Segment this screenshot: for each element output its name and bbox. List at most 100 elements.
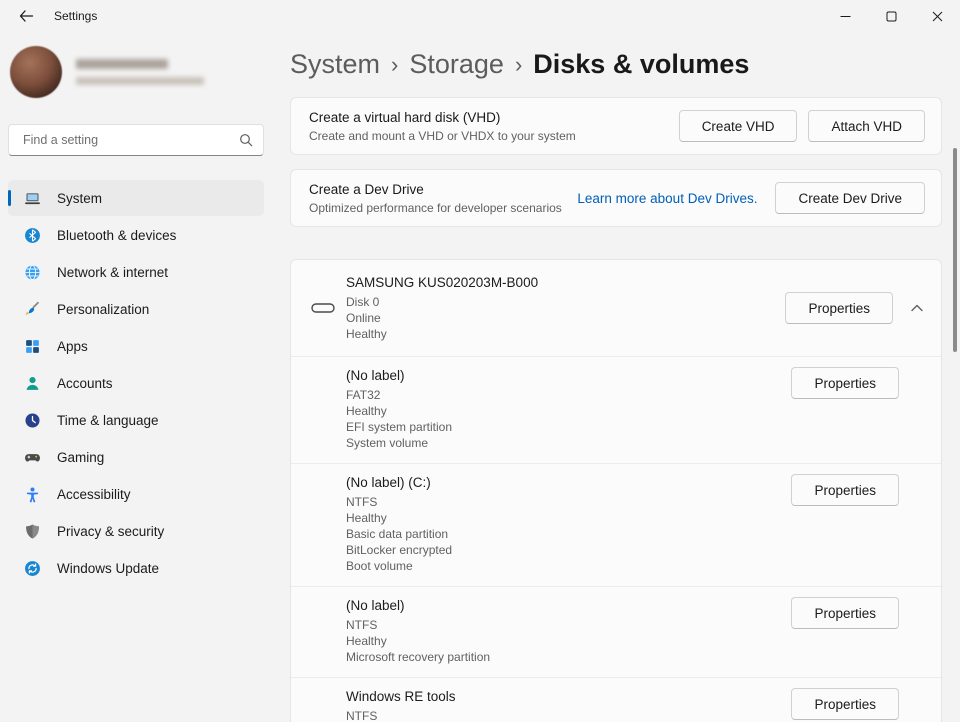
disk-row-samsung: SAMSUNG KUS020203M-B000 Disk 0OnlineHeal…: [291, 260, 941, 356]
volume-title: (No label) (C:): [346, 474, 791, 492]
volume-info: (No label) NTFSHealthyMicrosoft recovery…: [346, 597, 791, 665]
meta-line: System volume: [346, 435, 791, 451]
meta-line: EFI system partition: [346, 419, 791, 435]
sidebar-item-windows-update[interactable]: Windows Update: [8, 550, 264, 586]
bluetooth-icon: [24, 227, 41, 244]
titlebar: Settings: [0, 0, 960, 32]
properties-button[interactable]: Properties: [791, 474, 899, 506]
back-button[interactable]: [14, 4, 38, 28]
dev-drive-card-text: Create a Dev Drive Optimized performance…: [309, 182, 577, 215]
main-content: System › Storage › Disks & volumes Creat…: [290, 32, 960, 722]
sidebar-item-label: Apps: [57, 339, 88, 354]
breadcrumb-storage[interactable]: Storage: [409, 47, 504, 81]
breadcrumb-system[interactable]: System: [290, 47, 380, 81]
meta-line: Boot volume: [346, 558, 791, 574]
disk-title: SAMSUNG KUS020203M-B000: [346, 274, 785, 292]
properties-button[interactable]: Properties: [791, 597, 899, 629]
windows-update-icon: [24, 560, 41, 577]
vhd-card-title: Create a virtual hard disk (VHD): [309, 110, 679, 125]
volume-meta: NTFSHealthyBasic data partitionBitLocker…: [346, 494, 791, 574]
meta-line: NTFS: [346, 494, 791, 510]
sidebar-item-network-internet[interactable]: Network & internet: [8, 254, 264, 290]
volume-row-windows-re: Windows RE tools NTFSHealthy Properties: [291, 677, 941, 722]
apps-icon: [24, 338, 41, 355]
volume-title: (No label): [346, 367, 791, 385]
sidebar-item-gaming[interactable]: Gaming: [8, 439, 264, 475]
dev-drive-card-subtitle: Optimized performance for developer scen…: [309, 201, 577, 215]
create-dev-drive-button[interactable]: Create Dev Drive: [775, 182, 925, 214]
close-icon: [932, 11, 943, 22]
meta-line: Microsoft recovery partition: [346, 649, 791, 665]
vhd-card-subtitle: Create and mount a VHD or VHDX to your s…: [309, 129, 679, 143]
meta-line: Healthy: [346, 326, 785, 342]
volume-meta: NTFSHealthyMicrosoft recovery partition: [346, 617, 791, 665]
meta-line: Healthy: [346, 403, 791, 419]
sidebar-item-label: Accessibility: [57, 487, 131, 502]
sidebar-item-privacy-security[interactable]: Privacy & security: [8, 513, 264, 549]
window-controls: [822, 0, 960, 32]
user-email-redacted: [76, 77, 204, 85]
sidebar-item-accessibility[interactable]: Accessibility: [8, 476, 264, 512]
minimize-button[interactable]: [822, 0, 868, 32]
meta-line: BitLocker encrypted: [346, 542, 791, 558]
collapse-disk-button[interactable]: [909, 300, 925, 316]
volume-title: Windows RE tools: [346, 688, 791, 706]
volume-meta: FAT32HealthyEFI system partitionSystem v…: [346, 387, 791, 451]
sidebar-item-label: Personalization: [57, 302, 149, 317]
sidebar-item-label: Windows Update: [57, 561, 159, 576]
meta-line: Disk 0: [346, 294, 785, 310]
volume-row-efi: (No label) FAT32HealthyEFI system partit…: [291, 356, 941, 463]
sidebar: System Bluetooth & devices Network & int…: [0, 32, 272, 722]
meta-line: NTFS: [346, 617, 791, 633]
accounts-icon: [24, 375, 41, 392]
scrollbar-thumb[interactable]: [953, 148, 957, 352]
meta-line: Online: [346, 310, 785, 326]
window-title: Settings: [54, 9, 97, 23]
privacy-security-icon: [24, 523, 41, 540]
sidebar-item-label: Accounts: [57, 376, 113, 391]
meta-line: Healthy: [346, 633, 791, 649]
properties-button[interactable]: Properties: [791, 688, 899, 720]
sidebar-item-label: Network & internet: [57, 265, 168, 280]
sidebar-item-bluetooth-devices[interactable]: Bluetooth & devices: [8, 217, 264, 253]
maximize-icon: [886, 11, 897, 22]
volume-row-c-drive: (No label) (C:) NTFSHealthyBasic data pa…: [291, 463, 941, 586]
create-vhd-button[interactable]: Create VHD: [679, 110, 798, 142]
sidebar-item-system[interactable]: System: [8, 180, 264, 216]
sidebar-item-time-language[interactable]: Time & language: [8, 402, 264, 438]
volume-row-recovery: (No label) NTFSHealthyMicrosoft recovery…: [291, 586, 941, 677]
sidebar-item-label: Gaming: [57, 450, 104, 465]
search-box: [8, 124, 264, 156]
avatar: [10, 46, 62, 98]
sidebar-item-personalization[interactable]: Personalization: [8, 291, 264, 327]
vhd-card-text: Create a virtual hard disk (VHD) Create …: [309, 110, 679, 143]
dev-drives-learn-more-link[interactable]: Learn more about Dev Drives.: [577, 191, 757, 206]
search-input[interactable]: [21, 132, 239, 148]
time-language-icon: [24, 412, 41, 429]
attach-vhd-button[interactable]: Attach VHD: [808, 110, 925, 142]
sidebar-item-apps[interactable]: Apps: [8, 328, 264, 364]
disk-meta: Disk 0OnlineHealthy: [346, 294, 785, 342]
breadcrumb-separator-icon: ›: [515, 46, 522, 82]
system-icon: [24, 190, 41, 207]
volume-meta: NTFSHealthy: [346, 708, 791, 722]
personalization-icon: [24, 301, 41, 318]
maximize-button[interactable]: [868, 0, 914, 32]
minimize-icon: [840, 11, 851, 22]
sidebar-item-accounts[interactable]: Accounts: [8, 365, 264, 401]
gaming-icon: [24, 449, 41, 466]
breadcrumb: System › Storage › Disks & volumes: [290, 46, 960, 82]
breadcrumb-current-page: Disks & volumes: [533, 47, 749, 81]
meta-line: Healthy: [346, 510, 791, 526]
sidebar-item-label: Time & language: [57, 413, 159, 428]
user-account-block[interactable]: [10, 44, 266, 100]
vhd-card: Create a virtual hard disk (VHD) Create …: [290, 97, 942, 155]
close-button[interactable]: [914, 0, 960, 32]
breadcrumb-separator-icon: ›: [391, 46, 398, 82]
properties-button[interactable]: Properties: [785, 292, 893, 324]
disk-list-card: SAMSUNG KUS020203M-B000 Disk 0OnlineHeal…: [290, 259, 942, 722]
sidebar-item-label: Privacy & security: [57, 524, 164, 539]
sidebar-nav: System Bluetooth & devices Network & int…: [8, 180, 264, 586]
properties-button[interactable]: Properties: [791, 367, 899, 399]
search-icon[interactable]: [239, 133, 253, 147]
